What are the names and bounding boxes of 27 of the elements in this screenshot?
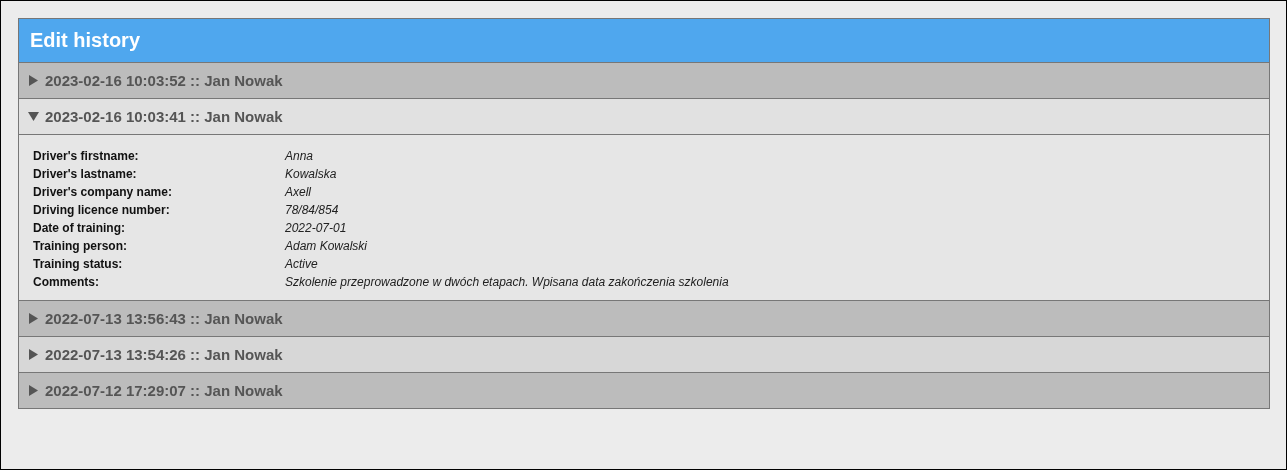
- history-entry-header[interactable]: 2023-02-16 10:03:52 :: Jan Nowak: [19, 63, 1269, 98]
- field-label: Driver's lastname:: [33, 167, 138, 182]
- field-value: Adam Kowalski: [285, 239, 369, 254]
- entry-title: 2022-07-13 13:56:43 :: Jan Nowak: [45, 310, 283, 327]
- entry-title: 2023-02-16 10:03:41 :: Jan Nowak: [45, 108, 283, 125]
- panel-title: Edit history: [19, 19, 1269, 62]
- field-label: Date of training:: [33, 221, 126, 236]
- history-entry-header[interactable]: 2022-07-13 13:54:26 :: Jan Nowak: [19, 337, 1269, 372]
- history-entry-header[interactable]: 2023-02-16 10:03:41 :: Jan Nowak: [19, 99, 1269, 134]
- field-value: Active: [285, 257, 319, 272]
- history-entry-header[interactable]: 2022-07-13 13:56:43 :: Jan Nowak: [19, 301, 1269, 336]
- field-label: Driver's firstname:: [33, 149, 140, 164]
- field-value: 2022-07-01: [285, 221, 348, 236]
- field-label: Training person:: [33, 239, 128, 254]
- field-label: Driver's company name:: [33, 185, 173, 200]
- field-value: Axell: [285, 185, 312, 200]
- field-label: Training status:: [33, 257, 124, 272]
- entry-title: 2023-02-16 10:03:52 :: Jan Nowak: [45, 72, 283, 89]
- field-label: Driving licence number:: [33, 203, 171, 218]
- field-value: Anna: [285, 149, 315, 164]
- entry-title: 2022-07-12 17:29:07 :: Jan Nowak: [45, 382, 283, 399]
- field-value: 78/84/854: [285, 203, 340, 218]
- field-label: Comments:: [33, 275, 100, 290]
- entry-title: 2022-07-13 13:54:26 :: Jan Nowak: [45, 346, 283, 363]
- field-value: Kowalska: [285, 167, 338, 182]
- field-value: Szkolenie przeprowadzone w dwóch etapach. Wpisana data zakończenia szkolenia: [285, 275, 730, 290]
- history-entry-header[interactable]: 2022-07-12 17:29:07 :: Jan Nowak: [19, 373, 1269, 408]
